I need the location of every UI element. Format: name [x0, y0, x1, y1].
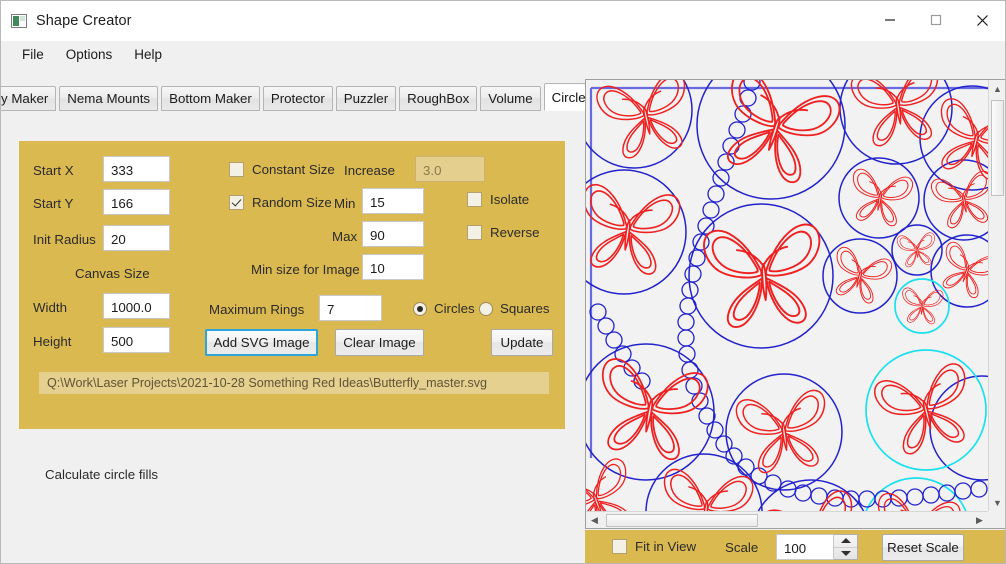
checkbox-box — [467, 192, 482, 207]
tab-puzzler[interactable]: Puzzler — [335, 86, 397, 111]
clear-image-button[interactable]: Clear Image — [335, 329, 424, 356]
maximum-rings-label: Maximum Rings — [209, 302, 305, 317]
constant-size-label: Constant Size — [252, 162, 335, 177]
menu-bar: File Options Help — [1, 41, 1005, 67]
random-size-label: Random Size — [252, 195, 332, 210]
circles-label: Circles — [434, 301, 475, 316]
tab-protector[interactable]: Protector — [262, 86, 333, 111]
shape-mode-squares-radio[interactable]: Squares — [479, 301, 550, 316]
start-x-label: Start X — [33, 163, 74, 178]
min-size-for-image-label: Min size for Image — [251, 262, 360, 277]
min-label: Min — [334, 196, 356, 211]
min-input[interactable]: 15 — [362, 188, 424, 214]
close-button[interactable] — [959, 1, 1005, 39]
isolate-label: Isolate — [490, 192, 530, 207]
app-icon — [11, 14, 27, 28]
radio-dot — [413, 301, 427, 316]
checkbox-box — [229, 195, 244, 210]
start-x-input[interactable]: 333 — [103, 156, 170, 182]
title-bar: Shape Creator — [1, 1, 1005, 41]
scroll-right-icon[interactable]: ▶ — [971, 512, 988, 528]
fit-in-view-label: Fit in View — [635, 539, 697, 554]
minimize-button[interactable] — [867, 1, 913, 39]
shape-creator-window: Shape Creator File Options Help y Maker … — [0, 0, 1006, 564]
checkbox-box — [467, 225, 482, 240]
reset-scale-button[interactable]: Reset Scale — [882, 534, 964, 561]
tab-bottom-maker[interactable]: Bottom Maker — [161, 86, 260, 111]
canvas-size-label: Canvas Size — [75, 266, 150, 281]
tab-roughbox[interactable]: RoughBox — [399, 86, 478, 111]
window-controls — [867, 1, 1005, 39]
canvas-vertical-scrollbar[interactable]: ▲ ▼ — [988, 80, 1005, 511]
canvas-horizontal-scrollbar[interactable]: ◀ ▶ — [586, 511, 988, 528]
spinner-down-button[interactable] — [834, 548, 857, 560]
shape-canvas-svg — [586, 80, 988, 511]
radio-dot — [479, 301, 493, 316]
max-label: Max — [332, 229, 358, 244]
vertical-scroll-thumb[interactable] — [991, 100, 1004, 196]
fit-in-view-checkbox[interactable]: Fit in View — [612, 539, 696, 554]
spinner-down-icon — [840, 550, 851, 556]
checkbox-box — [229, 162, 244, 177]
preview-toolbar: Fit in View Scale 100 Reset Scale — [585, 530, 1005, 563]
tab-nema-mounts[interactable]: Nema Mounts — [59, 86, 159, 111]
squares-label: Squares — [500, 301, 550, 316]
menu-item-help[interactable]: Help — [125, 44, 171, 65]
tab-strip: y Maker Nema Mounts Bottom Maker Protect… — [1, 81, 628, 111]
update-button[interactable]: Update — [491, 329, 553, 356]
scroll-up-icon[interactable]: ▲ — [989, 80, 1005, 97]
max-input[interactable]: 90 — [362, 221, 424, 247]
reverse-label: Reverse — [490, 225, 540, 240]
maximize-button[interactable] — [913, 1, 959, 39]
start-y-input[interactable]: 166 — [103, 189, 170, 215]
status-text: Calculate circle fills — [45, 467, 159, 482]
shape-canvas[interactable] — [586, 80, 988, 511]
height-input[interactable]: 500 — [103, 327, 170, 353]
shape-mode-circles-radio[interactable]: Circles — [413, 301, 475, 316]
spinner-up-button[interactable] — [834, 535, 857, 548]
width-label: Width — [33, 300, 67, 315]
maximum-rings-input[interactable]: 7 — [319, 295, 382, 321]
scale-label: Scale — [725, 540, 759, 555]
scrollbar-corner — [988, 511, 1005, 528]
start-y-label: Start Y — [33, 196, 74, 211]
scale-input[interactable]: 100 — [776, 534, 834, 560]
height-label: Height — [33, 334, 72, 349]
window-title: Shape Creator — [36, 13, 132, 29]
scroll-down-icon[interactable]: ▼ — [989, 494, 1005, 511]
increase-input: 3.0 — [415, 156, 485, 182]
spinner-up-icon — [840, 538, 851, 544]
add-svg-image-button[interactable]: Add SVG Image — [205, 329, 318, 356]
preview-panel: ▲ ▼ ◀ ▶ — [585, 79, 1005, 529]
increase-label: Increase — [344, 163, 395, 178]
horizontal-scroll-thumb[interactable] — [606, 514, 758, 527]
isolate-checkbox[interactable]: Isolate — [467, 192, 529, 207]
tab-volume[interactable]: Volume — [480, 86, 541, 111]
checkbox-box — [612, 539, 627, 554]
menu-item-file[interactable]: File — [13, 44, 53, 65]
min-size-for-image-input[interactable]: 10 — [362, 254, 424, 280]
init-radius-input[interactable]: 20 — [103, 225, 170, 251]
reverse-checkbox[interactable]: Reverse — [467, 225, 540, 240]
menu-item-options[interactable]: Options — [57, 44, 122, 65]
constant-size-checkbox[interactable]: Constant Size — [229, 162, 335, 177]
svg-path-field[interactable]: Q:\Work\Laser Projects\2021-10-28 Someth… — [39, 372, 549, 394]
random-size-checkbox[interactable]: Random Size — [229, 195, 332, 210]
width-input[interactable]: 1000.0 — [103, 293, 170, 319]
scale-spinner[interactable] — [834, 534, 858, 560]
scroll-left-icon[interactable]: ◀ — [586, 512, 603, 528]
tab-y-maker[interactable]: y Maker — [1, 86, 57, 111]
init-radius-label: Init Radius — [33, 232, 96, 247]
